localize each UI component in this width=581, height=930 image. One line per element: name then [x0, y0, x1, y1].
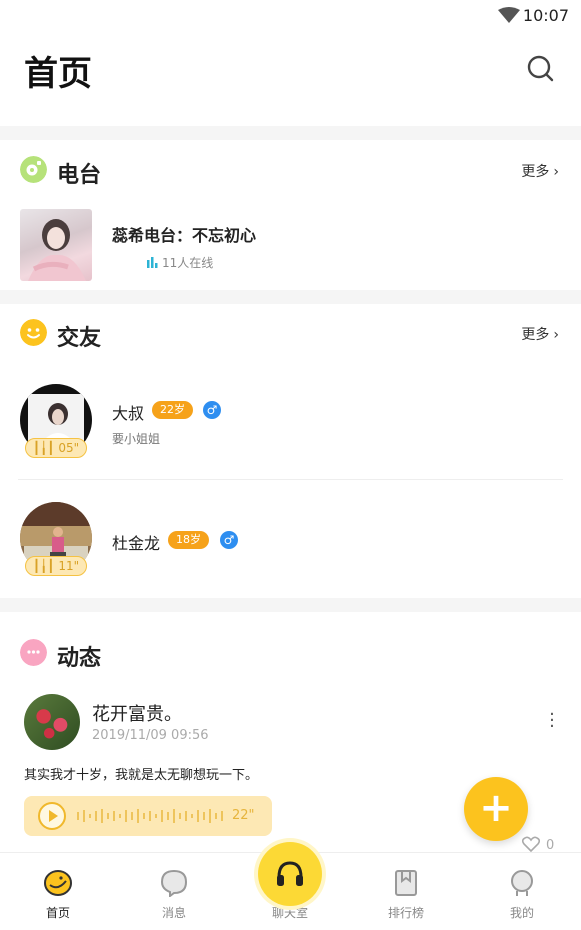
- radio-cover-image[interactable]: [20, 209, 92, 281]
- headphones-icon: [277, 861, 303, 886]
- heart-icon: [522, 836, 540, 852]
- voice-intro-button[interactable]: ┃╽┃ 05": [25, 438, 87, 458]
- friend-name: 大叔: [112, 404, 145, 423]
- radio-online-label: 11人在线: [162, 256, 214, 270]
- sound-wave-icon: ┃╽┃: [32, 441, 55, 455]
- tab-label: 聊天室: [271, 906, 308, 920]
- home-smile-icon: [44, 870, 72, 896]
- chatroom-center-button[interactable]: [258, 842, 322, 906]
- radio-cover-art: [28, 219, 86, 281]
- voice-intro-button[interactable]: ┃╽┃ 11": [25, 556, 87, 576]
- page-title: 首页: [24, 54, 92, 94]
- play-icon: [49, 810, 58, 822]
- friend-item[interactable]: ┃╽┃ 05" 大叔 22岁 ♂ 要小姐姐: [0, 384, 581, 484]
- message-bubble-icon: [160, 869, 188, 897]
- moments-bubble-icon: [20, 639, 47, 666]
- voice-duration: 11": [58, 559, 80, 573]
- friends-more-label: 更多: [521, 327, 550, 343]
- page-header: 首页: [0, 32, 581, 126]
- wifi-icon: [498, 7, 520, 23]
- age-badge: 18岁: [168, 531, 209, 549]
- radio-section-title: 电台: [57, 163, 102, 188]
- radio-disc-icon: [20, 156, 47, 183]
- more-options-icon[interactable]: · · ·: [546, 706, 558, 736]
- friends-section-title: 交友: [57, 326, 102, 351]
- tab-label: 我的: [509, 906, 534, 920]
- tab-label: 首页: [45, 906, 70, 920]
- voice-duration: 05": [58, 441, 80, 455]
- avatar[interactable]: [24, 694, 80, 750]
- voice-player[interactable]: 22": [24, 796, 272, 836]
- play-button[interactable]: [38, 802, 66, 830]
- friends-more-link[interactable]: 更多 ›: [521, 324, 559, 344]
- radio-online-count: 11人在线: [146, 254, 213, 271]
- radio-section: 电台 更多 › 蕊希电台：不忘初心 11人在线: [0, 140, 581, 290]
- male-gender-icon: ♂: [203, 401, 221, 419]
- friends-section: 交友 更多 › ┃╽┃ 05" 大叔 22岁 ♂ 要小姐姐 ┃╽┃ 11" 杜金…: [0, 304, 581, 598]
- chevron-right-icon: ›: [553, 164, 559, 180]
- sound-wave-icon: ┃╽┃: [32, 559, 55, 573]
- tab-messages[interactable]: 消息: [116, 853, 232, 930]
- post-timestamp: 2019/11/09 09:56: [92, 728, 209, 743]
- friend-item[interactable]: ┃╽┃ 11" 杜金龙 18岁 ♂: [0, 502, 581, 602]
- male-gender-icon: ♂: [220, 531, 238, 549]
- radio-more-label: 更多: [521, 164, 550, 180]
- friend-signature: 要小姐姐: [112, 432, 161, 446]
- tab-profile[interactable]: 我的: [464, 853, 580, 930]
- post-text: 其实我才十岁，我就是太无聊想玩一下。: [24, 768, 259, 783]
- tab-label: 排行榜: [387, 906, 424, 920]
- friend-name: 杜金龙: [112, 534, 161, 553]
- status-time: 10:07: [522, 6, 569, 25]
- tab-home[interactable]: 首页: [0, 853, 116, 930]
- signal-bars-icon: [147, 257, 158, 268]
- ranking-bookmark-icon: [395, 870, 417, 896]
- status-bar: 10:07: [0, 0, 581, 32]
- post-author[interactable]: 花开富贵。: [92, 700, 182, 726]
- search-icon[interactable]: [526, 54, 556, 84]
- chevron-right-icon: ›: [553, 327, 559, 343]
- smiley-icon: [20, 319, 47, 346]
- sound-wave-icon: [77, 809, 223, 823]
- voice-duration: 22": [232, 808, 255, 823]
- divider: [18, 479, 563, 480]
- moments-section-title: 动态: [57, 646, 102, 671]
- radio-name[interactable]: 蕊希电台：不忘初心: [112, 222, 256, 246]
- tab-label: 消息: [161, 906, 186, 920]
- profile-icon: [511, 870, 533, 896]
- plus-icon: +: [479, 785, 513, 832]
- like-button[interactable]: 0: [522, 836, 554, 853]
- add-post-button[interactable]: +: [464, 777, 528, 841]
- like-count: 0: [546, 838, 555, 853]
- radio-more-link[interactable]: 更多 ›: [521, 161, 559, 181]
- tab-ranking[interactable]: 排行榜: [348, 853, 464, 930]
- age-badge: 22岁: [152, 401, 193, 419]
